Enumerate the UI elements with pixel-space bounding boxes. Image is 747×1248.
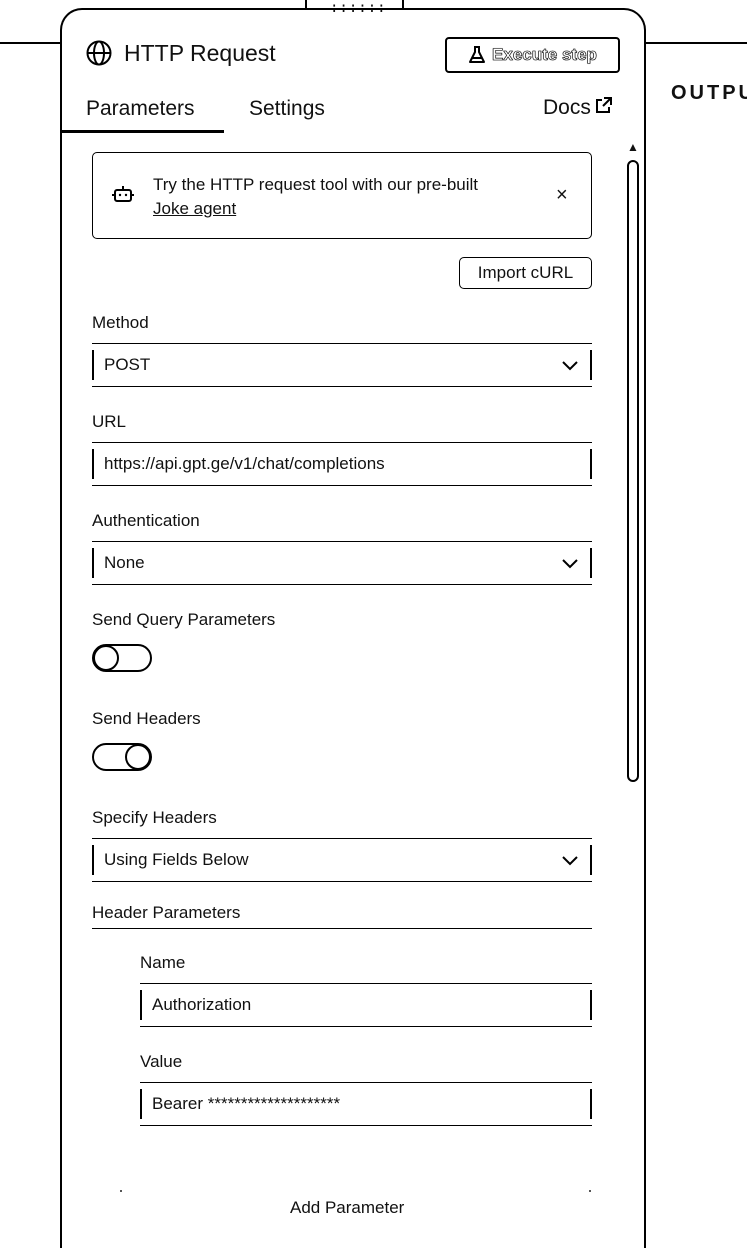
toggle-knob	[125, 744, 151, 770]
tab-settings[interactable]: Settings	[249, 96, 325, 122]
send-query-toggle[interactable]	[92, 644, 152, 672]
authentication-label: Authentication	[92, 511, 200, 530]
banner-text: Try the HTTP request tool with our pre-b…	[153, 175, 479, 194]
url-input[interactable]: https://api.gpt.ge/v1/chat/completions	[92, 442, 592, 486]
authentication-value: None	[104, 553, 145, 572]
flask-icon	[469, 46, 486, 63]
specify-headers-label: Specify Headers	[92, 808, 217, 827]
scrollbar-thumb[interactable]	[627, 160, 639, 782]
close-icon[interactable]: ×	[556, 184, 568, 206]
chevron-down-icon	[562, 856, 578, 866]
drag-handle[interactable]: ::::::	[330, 0, 387, 16]
globe-icon	[86, 40, 112, 66]
method-select[interactable]: POST	[92, 343, 592, 387]
execute-step-button[interactable]: Execute step	[445, 37, 620, 73]
joke-agent-link[interactable]: Joke agent	[153, 197, 236, 221]
scroll-up-arrow-icon[interactable]: ▲	[627, 141, 639, 153]
url-value: https://api.gpt.ge/v1/chat/completions	[104, 454, 385, 473]
header-value-value: Bearer ********************	[152, 1094, 341, 1113]
active-tab-indicator	[62, 130, 224, 133]
header-name-label: Name	[140, 953, 186, 972]
toggle-knob	[93, 645, 119, 671]
node-title: HTTP Request	[124, 40, 276, 66]
docs-label: Docs	[543, 96, 591, 119]
execute-step-label: Execute step	[492, 45, 597, 65]
chevron-down-icon	[562, 559, 578, 569]
method-value: POST	[104, 355, 151, 374]
send-query-label: Send Query Parameters	[92, 610, 276, 629]
button-corner	[120, 1190, 122, 1192]
header-value-input[interactable]: Bearer ********************	[140, 1082, 592, 1126]
docs-link[interactable]: Docs	[543, 96, 612, 120]
specify-headers-value: Using Fields Below	[104, 850, 249, 869]
button-corner	[589, 1190, 591, 1192]
send-headers-label: Send Headers	[92, 709, 201, 728]
header-parameters-label: Header Parameters	[92, 903, 241, 922]
specify-headers-select[interactable]: Using Fields Below	[92, 838, 592, 882]
send-headers-toggle[interactable]	[92, 743, 152, 771]
header-name-input[interactable]: Authorization	[140, 983, 592, 1027]
frame-line	[0, 42, 60, 44]
authentication-select[interactable]: None	[92, 541, 592, 585]
robot-icon	[112, 186, 134, 202]
section-divider	[92, 928, 592, 929]
add-parameter-button[interactable]: Add Parameter	[290, 1197, 404, 1219]
import-curl-button[interactable]: Import cURL	[459, 257, 592, 289]
external-link-icon	[595, 96, 612, 113]
frame-line	[646, 42, 747, 44]
chevron-down-icon	[562, 361, 578, 371]
header-name-value: Authorization	[152, 995, 252, 1014]
tab-parameters[interactable]: Parameters	[86, 96, 195, 122]
output-panel-label: OUTPU	[671, 82, 747, 104]
method-label: Method	[92, 313, 149, 332]
url-label: URL	[92, 412, 127, 431]
header-value-label: Value	[140, 1052, 183, 1071]
